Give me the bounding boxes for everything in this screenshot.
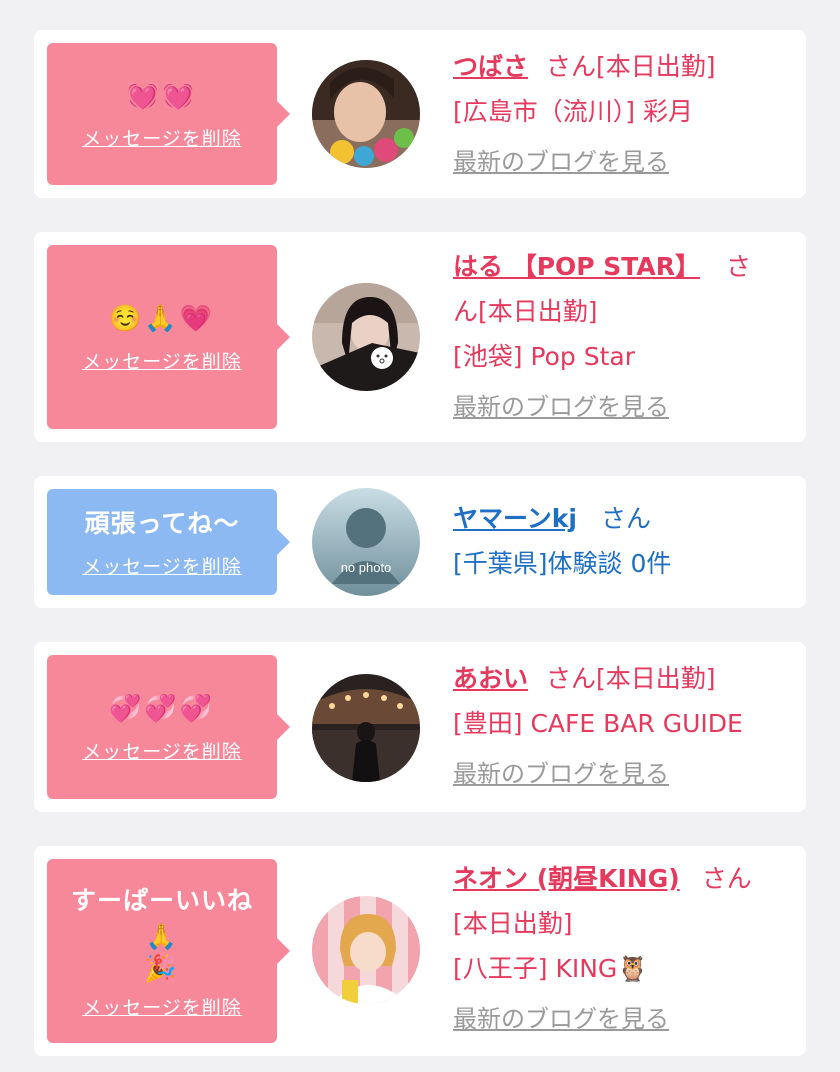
honorific: さ bbox=[726, 252, 752, 281]
shop-text: [八王子] KING🦉 bbox=[453, 954, 649, 983]
message-text: ☺️🙏💗 bbox=[108, 303, 216, 334]
avatar[interactable] bbox=[312, 674, 420, 782]
delete-message-link[interactable]: メッセージを削除 bbox=[82, 124, 242, 151]
honorific: さん bbox=[546, 664, 597, 693]
message-bubble: 💞💞💞 メッセージを削除 bbox=[47, 655, 290, 799]
status-text: [本日出勤] bbox=[478, 297, 598, 326]
status-text: [本日出勤] bbox=[596, 52, 716, 81]
profile-name-link[interactable]: ネオン (朝昼KING) bbox=[453, 864, 680, 893]
profile-name-link[interactable]: はる 【POP STAR】 bbox=[453, 252, 700, 281]
message-bubble: 頑張ってね〜 メッセージを削除 bbox=[47, 489, 290, 595]
name-line-2: ん[本日出勤] bbox=[453, 289, 793, 334]
shop-text: [池袋] Pop Star bbox=[453, 342, 636, 371]
shop-text: [広島市（流川）] 彩月 bbox=[453, 97, 693, 126]
profile-info: あおい さん[本日出勤] [豊田] CAFE BAR GUIDE 最新のブログを見… bbox=[453, 656, 803, 797]
honorific: さん bbox=[546, 52, 597, 81]
profile-name-link[interactable]: あおい bbox=[453, 664, 528, 693]
list-item: 💞💞💞 メッセージを削除 あおいさん[本日出勤] [豊田] CAFE BAR bbox=[34, 642, 806, 812]
name-line: はる 【POP STAR】さ bbox=[453, 244, 793, 289]
message-bubble: ☺️🙏💗 メッセージを削除 bbox=[47, 245, 290, 429]
blog-link[interactable]: 最新のブログを見る bbox=[453, 752, 803, 797]
message-bubble: すーぱーいいね🙏 🎉 メッセージを削除 bbox=[47, 859, 290, 1043]
profile-info: ネオン (朝昼KING) さん [本日出勤] [八王子] KING🦉 最新のブログ… bbox=[453, 856, 793, 1042]
blog-link[interactable]: 最新のブログを見る bbox=[453, 997, 793, 1042]
shop-text: [千葉県]体験談 0件 bbox=[453, 549, 672, 578]
delete-message-link[interactable]: メッセージを削除 bbox=[82, 347, 242, 374]
honorific: さん bbox=[701, 864, 752, 893]
profile-info: つばさ さん[本日出勤] [広島市（流川）] 彩月 最新のブログを見る bbox=[453, 44, 793, 185]
name-line: あおい さん[本日出勤] bbox=[453, 656, 803, 701]
name-line: つばさ さん[本日出勤] bbox=[453, 44, 793, 89]
profile-info: ヤマーンkj さん [千葉県]体験談 0件 bbox=[453, 496, 793, 586]
profile-info: はる 【POP STAR】さ ん[本日出勤] [池袋] Pop Star 最新の… bbox=[453, 244, 793, 430]
name-line: ヤマーンkj さん bbox=[453, 496, 793, 541]
no-photo-label: no photo bbox=[341, 560, 392, 575]
profile-name-link[interactable]: ヤマーンkj bbox=[453, 504, 577, 533]
avatar[interactable] bbox=[312, 283, 420, 391]
blog-link[interactable]: 最新のブログを見る bbox=[453, 140, 793, 185]
message-list: 💓💓 メッセージを削除 つばさ さん[本日出勤] [広島市（流川）] 彩月 最新の… bbox=[0, 0, 840, 1072]
message-bubble: 💓💓 メッセージを削除 bbox=[47, 43, 290, 185]
delete-message-link[interactable]: メッセージを削除 bbox=[82, 993, 242, 1020]
honorific: さん bbox=[600, 504, 651, 533]
list-item: すーぱーいいね🙏 🎉 メッセージを削除 ネオン (朝昼KING) さん [本日出勤… bbox=[34, 846, 806, 1056]
status-text: [本日出勤] bbox=[596, 664, 716, 693]
status-text: [本日出勤] bbox=[453, 909, 573, 938]
list-item: ☺️🙏💗 メッセージを削除 はる 【POP STAR】さ ん[本日出勤] [池袋… bbox=[34, 232, 806, 442]
message-text-2: 🎉 bbox=[144, 953, 180, 984]
name-line: ネオン (朝昼KING) さん bbox=[453, 856, 793, 901]
message-text: 💓💓 bbox=[126, 80, 198, 111]
delete-message-link[interactable]: メッセージを削除 bbox=[82, 737, 242, 764]
honorific-cont: ん bbox=[453, 297, 479, 326]
shop-text: [豊田] CAFE BAR GUIDE bbox=[453, 709, 743, 738]
avatar[interactable] bbox=[312, 896, 420, 1004]
list-item: 頑張ってね〜 メッセージを削除 no photo ヤマーンkj さん [千葉県]… bbox=[34, 476, 806, 608]
avatar[interactable]: no photo bbox=[312, 488, 420, 596]
delete-message-link[interactable]: メッセージを削除 bbox=[82, 552, 242, 579]
blog-link[interactable]: 最新のブログを見る bbox=[453, 385, 793, 430]
message-text: 💞💞💞 bbox=[108, 693, 216, 724]
profile-name-link[interactable]: つばさ bbox=[453, 52, 528, 81]
list-item: 💓💓 メッセージを削除 つばさ さん[本日出勤] [広島市（流川）] 彩月 最新の… bbox=[34, 30, 806, 198]
message-text: すーぱーいいね🙏 bbox=[70, 885, 253, 951]
message-text: 頑張ってね〜 bbox=[84, 508, 240, 538]
avatar[interactable] bbox=[312, 60, 420, 168]
